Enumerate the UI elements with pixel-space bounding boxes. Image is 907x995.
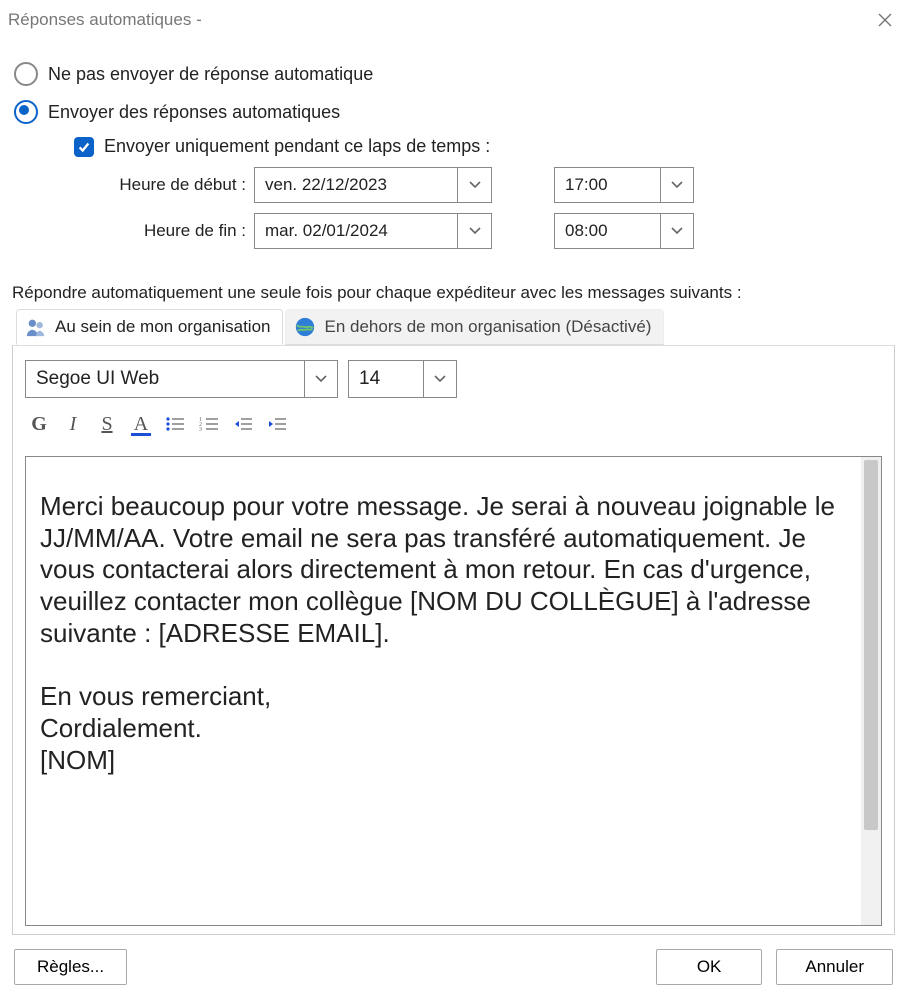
people-icon xyxy=(25,316,47,338)
chevron-down-icon[interactable] xyxy=(457,214,491,248)
ok-button[interactable]: OK xyxy=(656,949,763,985)
start-date-value: ven. 22/12/2023 xyxy=(255,175,457,195)
radio-no-send[interactable]: Ne pas envoyer de réponse automatique xyxy=(14,62,897,86)
bold-button[interactable]: G xyxy=(25,410,53,438)
chevron-down-icon[interactable] xyxy=(423,361,456,397)
globe-icon xyxy=(294,316,316,338)
titlebar: Réponses automatiques - xyxy=(0,0,907,36)
outdent-button[interactable] xyxy=(229,410,257,438)
radio-send-label: Envoyer des réponses automatiques xyxy=(48,102,340,123)
radio-no-send-label: Ne pas envoyer de réponse automatique xyxy=(48,64,373,85)
radio-icon xyxy=(14,100,38,124)
end-date-value: mar. 02/01/2024 xyxy=(255,221,457,241)
chevron-down-icon[interactable] xyxy=(457,168,491,202)
chevron-down-icon[interactable] xyxy=(304,361,337,397)
font-color-button[interactable]: A xyxy=(127,410,155,438)
checkbox-icon xyxy=(74,137,94,157)
font-name-value: Segoe UI Web xyxy=(26,361,304,397)
scrollbar[interactable] xyxy=(861,457,881,925)
tab-internal[interactable]: Au sein de mon organisation xyxy=(16,309,283,345)
time-range-checkbox[interactable]: Envoyer uniquement pendant ce laps de te… xyxy=(74,136,897,157)
editor-panel: Segoe UI Web 14 G I S A 123 xyxy=(12,345,895,935)
font-name-select[interactable]: Segoe UI Web xyxy=(25,360,338,398)
end-time-label: Heure de fin : xyxy=(106,221,254,241)
scroll-thumb[interactable] xyxy=(864,460,878,830)
chevron-down-icon[interactable] xyxy=(660,214,693,248)
start-time-label: Heure de début : xyxy=(106,175,254,195)
tab-external[interactable]: En dehors de mon organisation (Désactivé… xyxy=(285,309,664,345)
close-button[interactable] xyxy=(871,6,899,34)
radio-send[interactable]: Envoyer des réponses automatiques xyxy=(14,100,897,124)
indent-button[interactable] xyxy=(263,410,291,438)
underline-button[interactable]: S xyxy=(93,410,121,438)
end-time-select[interactable]: 08:00 xyxy=(554,213,694,249)
close-icon xyxy=(877,12,893,28)
radio-icon xyxy=(14,62,38,86)
font-size-select[interactable]: 14 xyxy=(348,360,457,398)
dialog-title: Réponses automatiques - xyxy=(8,10,202,30)
start-time-value: 17:00 xyxy=(555,175,660,195)
rules-button[interactable]: Règles... xyxy=(14,949,127,985)
end-date-select[interactable]: mar. 02/01/2024 xyxy=(254,213,492,249)
svg-text:3: 3 xyxy=(199,427,202,433)
start-date-select[interactable]: ven. 22/12/2023 xyxy=(254,167,492,203)
italic-button[interactable]: I xyxy=(59,410,87,438)
tab-internal-label: Au sein de mon organisation xyxy=(55,317,270,337)
chevron-down-icon[interactable] xyxy=(660,168,693,202)
end-time-value: 08:00 xyxy=(555,221,660,241)
bulleted-list-button[interactable] xyxy=(161,410,189,438)
start-time-select[interactable]: 17:00 xyxy=(554,167,694,203)
numbered-list-button[interactable]: 123 xyxy=(195,410,223,438)
tab-external-label: En dehors de mon organisation (Désactivé… xyxy=(324,317,651,337)
font-size-value: 14 xyxy=(349,361,423,397)
message-body[interactable]: Merci beaucoup pour votre message. Je se… xyxy=(26,457,861,925)
reply-info-text: Répondre automatiquement une seule fois … xyxy=(12,283,895,303)
time-range-label: Envoyer uniquement pendant ce laps de te… xyxy=(104,136,490,157)
cancel-button[interactable]: Annuler xyxy=(776,949,893,985)
